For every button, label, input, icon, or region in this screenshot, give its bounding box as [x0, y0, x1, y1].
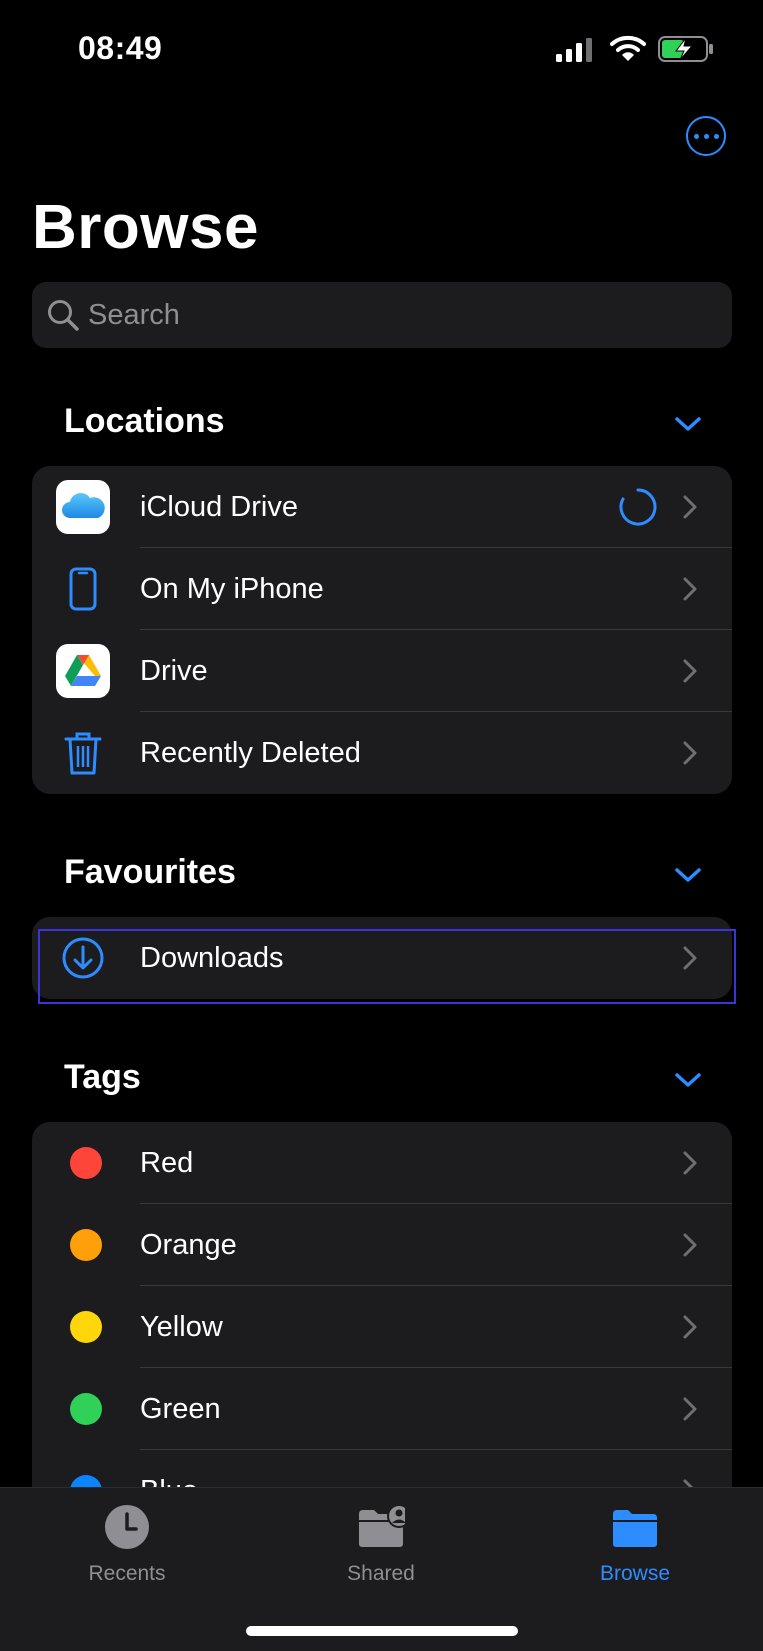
battery-charging-icon [658, 36, 713, 62]
location-item-recently-deleted[interactable]: Recently Deleted [32, 712, 732, 794]
section-title-favourites: Favourites [64, 853, 236, 891]
search-bar[interactable] [32, 282, 732, 348]
chevron-right-icon [683, 1233, 697, 1257]
icloud-icon [56, 480, 110, 534]
page-title: Browse [32, 193, 259, 262]
chevron-right-icon [683, 741, 697, 765]
chevron-down-icon[interactable] [673, 1070, 703, 1090]
location-label: On My iPhone [140, 573, 324, 605]
tag-label: Red [140, 1147, 194, 1179]
section-title-locations: Locations [64, 402, 225, 440]
tab-label: Shared [347, 1562, 415, 1585]
tag-item-orange[interactable]: Orange [32, 1204, 732, 1286]
ellipsis-dot [703, 133, 709, 139]
folder-icon [613, 1510, 657, 1547]
home-indicator [246, 1626, 518, 1636]
ellipsis-dot [713, 133, 719, 139]
tag-item-yellow[interactable]: Yellow [32, 1286, 732, 1368]
chevron-right-icon [683, 1397, 697, 1421]
wifi-icon [610, 35, 646, 61]
location-item-drive[interactable]: Drive [32, 630, 732, 712]
chevron-right-icon [683, 1151, 697, 1175]
google-drive-icon [56, 644, 110, 698]
status-time: 08:49 [78, 30, 163, 66]
tab-label: Recents [88, 1562, 166, 1585]
tag-label: Yellow [140, 1311, 223, 1343]
tab-shared[interactable]: Shared [281, 1488, 481, 1608]
location-label: Drive [140, 655, 208, 687]
tag-item-red[interactable]: Red [32, 1122, 732, 1204]
chevron-right-icon [683, 577, 697, 601]
chevron-down-icon[interactable] [673, 414, 703, 434]
selection-highlight [38, 929, 736, 1004]
locations-list: iCloud Drive On My iPhone Drive Recently… [32, 466, 732, 794]
chevron-right-icon [683, 659, 697, 683]
location-item-on-my-iphone[interactable]: On My iPhone [32, 548, 732, 630]
tag-color-dot [70, 1393, 102, 1425]
tag-item-green[interactable]: Green [32, 1368, 732, 1450]
tags-list: Red Orange Yellow Green Blue [32, 1122, 732, 1542]
tab-browse[interactable]: Browse [535, 1488, 735, 1608]
tab-label: Browse [599, 1562, 671, 1585]
ellipsis-dot [693, 133, 699, 139]
location-item-icloud-drive[interactable]: iCloud Drive [32, 466, 732, 548]
tag-label: Green [140, 1393, 221, 1425]
tab-recents[interactable]: Recents [27, 1488, 227, 1608]
sync-spinner-icon [619, 488, 657, 526]
tag-color-dot [70, 1147, 102, 1179]
chevron-right-icon [683, 495, 697, 519]
trash-icon [64, 732, 102, 775]
location-label: Recently Deleted [140, 737, 361, 769]
cellular-signal-icon [556, 38, 592, 62]
search-icon [48, 300, 79, 331]
more-options-button[interactable] [686, 116, 726, 156]
clock-icon [105, 1505, 149, 1549]
tag-label: Orange [140, 1229, 237, 1261]
tag-color-dot [70, 1229, 102, 1261]
tag-color-dot [70, 1311, 102, 1343]
shared-folder-icon [359, 1504, 405, 1547]
chevron-right-icon [683, 1315, 697, 1339]
chevron-down-icon[interactable] [673, 865, 703, 885]
iphone-icon [69, 567, 97, 611]
search-input[interactable] [88, 282, 688, 348]
section-title-tags: Tags [64, 1058, 141, 1096]
location-label: iCloud Drive [140, 491, 298, 523]
